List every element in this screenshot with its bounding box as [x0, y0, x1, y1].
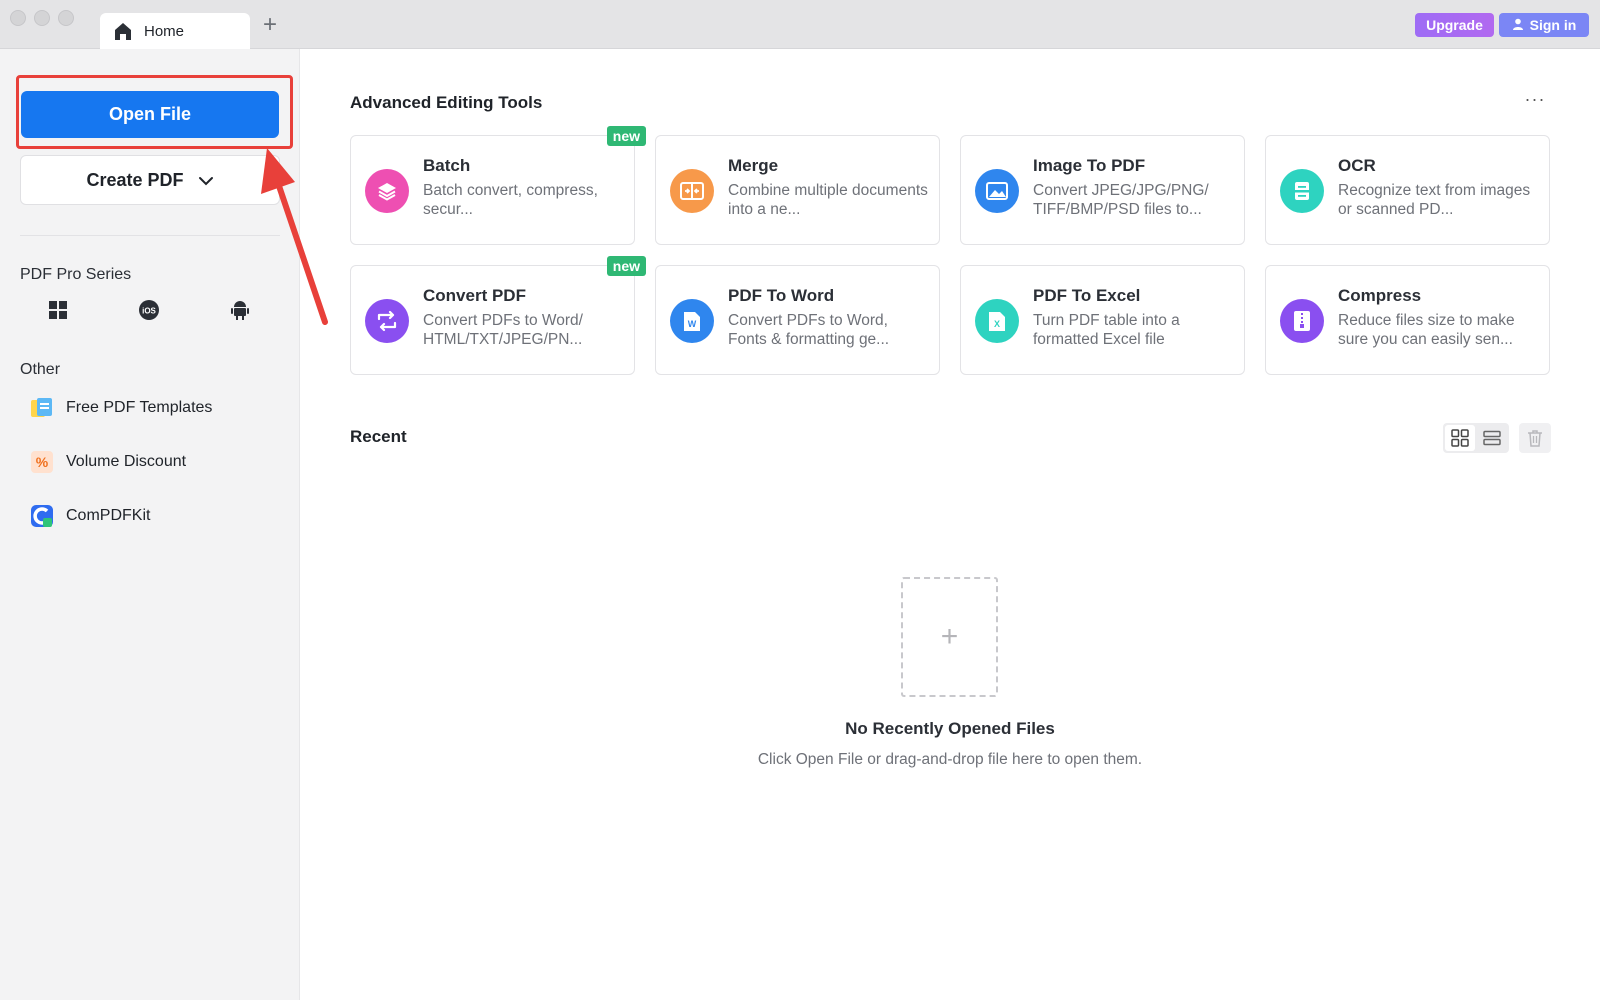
new-badge: new	[606, 126, 646, 146]
tool-title: Convert PDF	[423, 286, 526, 305]
user-icon	[1512, 17, 1524, 33]
windows-icon[interactable]	[47, 299, 69, 321]
sidebar-item-label: Volume Discount	[66, 453, 187, 470]
view-toggle	[1443, 423, 1509, 453]
grid-icon	[1451, 429, 1469, 447]
tool-description: Convert JPEG/JPG/PNG/ TIFF/BMP/PSD files…	[1033, 182, 1209, 218]
pro-series-title: PDF Pro Series	[20, 266, 132, 283]
word-file-icon: W	[670, 299, 714, 343]
svg-text:%: %	[36, 454, 49, 470]
percent-icon: %	[30, 450, 54, 474]
tool-description: Combine multiple documents into a ne...	[728, 182, 928, 218]
upgrade-button[interactable]: Upgrade	[1415, 13, 1494, 37]
layers-icon	[365, 169, 409, 213]
tab-home[interactable]: Home	[100, 13, 250, 49]
more-options-button[interactable]: ···	[1523, 90, 1547, 116]
tool-description: Turn PDF table into a formatted Excel fi…	[1033, 312, 1180, 348]
image-icon	[975, 169, 1019, 213]
home-icon	[112, 20, 134, 42]
convert-icon	[365, 299, 409, 343]
empty-state-title: No Recently Opened Files	[845, 719, 1055, 738]
window-zoom-button[interactable]	[58, 10, 74, 26]
sidebar-item-free-pdf-templates[interactable]: Free PDF Templates	[30, 393, 212, 423]
tool-card-image-to-pdf[interactable]: Image To PDF Convert JPEG/JPG/PNG/ TIFF/…	[960, 135, 1245, 245]
tab-home-label: Home	[144, 22, 185, 40]
delete-button[interactable]	[1519, 423, 1551, 453]
tool-title: Image To PDF	[1033, 156, 1146, 175]
sidebar-divider	[20, 235, 280, 236]
tool-title: Compress	[1338, 286, 1422, 305]
sidebar-item-label: Free PDF Templates	[66, 399, 213, 416]
tool-card-merge[interactable]: Merge Combine multiple documents into a …	[655, 135, 940, 245]
window-close-button[interactable]	[10, 10, 26, 26]
templates-icon	[30, 396, 54, 420]
other-title: Other	[20, 361, 61, 378]
sidebar-item-compdfkit[interactable]: ComPDFKit	[30, 501, 150, 531]
sign-in-button[interactable]: Sign in	[1499, 13, 1589, 37]
compdfkit-logo-icon	[30, 504, 54, 528]
tool-card-batch[interactable]: Batch Batch convert, compress, secur... …	[350, 126, 646, 245]
tool-description: Convert PDFs to Word, Fonts & formatting…	[728, 312, 890, 348]
zip-icon	[1280, 299, 1324, 343]
tool-card-ocr[interactable]: OCR Recognize text from images or scanne…	[1265, 135, 1550, 245]
tool-title: PDF To Excel	[1033, 286, 1141, 305]
sidebar: Open File Create PDF PDF Pro Series iOS …	[0, 49, 300, 1000]
tool-title: PDF To Word	[728, 286, 835, 305]
grid-view-button[interactable]	[1445, 425, 1475, 451]
drop-zone[interactable]: +	[901, 577, 998, 697]
tool-card-compress[interactable]: Compress Reduce files size to make sure …	[1265, 265, 1550, 375]
tool-title: OCR	[1338, 156, 1376, 175]
window-minimize-button[interactable]	[34, 10, 50, 26]
android-icon[interactable]	[229, 299, 251, 321]
tool-title: Batch	[423, 156, 471, 175]
list-view-button[interactable]	[1477, 425, 1507, 451]
tool-description: Batch convert, compress, secur...	[423, 182, 598, 218]
excel-file-icon: X	[975, 299, 1019, 343]
open-file-button[interactable]: Open File	[21, 91, 279, 138]
sidebar-item-label: ComPDFKit	[66, 507, 151, 524]
new-tab-button[interactable]: +	[258, 13, 282, 38]
advanced-editing-tools-title: Advanced Editing Tools	[350, 93, 543, 112]
sign-in-label: Sign in	[1529, 17, 1577, 33]
merge-icon	[670, 169, 714, 213]
tool-description: Reduce files size to make sure you can e…	[1338, 312, 1515, 348]
new-badge: new	[606, 256, 646, 276]
ios-icon[interactable]: iOS	[138, 299, 160, 321]
empty-state-description: Click Open File or drag-and-drop file he…	[757, 751, 1143, 768]
ocr-icon	[1280, 169, 1324, 213]
trash-icon	[1528, 430, 1542, 447]
create-pdf-button[interactable]: Create PDF	[20, 155, 280, 205]
svg-text:X: X	[994, 319, 1000, 329]
create-pdf-label: Create PDF	[86, 169, 184, 190]
tool-card-pdf-to-word[interactable]: W PDF To Word Convert PDFs to Word, Font…	[655, 265, 940, 375]
title-bar: Home + Upgrade Sign in	[0, 0, 1600, 49]
sidebar-item-volume-discount[interactable]: % Volume Discount	[30, 447, 186, 477]
list-icon	[1483, 430, 1501, 446]
ios-label: iOS	[142, 307, 156, 316]
tool-card-pdf-to-excel[interactable]: X PDF To Excel Turn PDF table into a for…	[960, 265, 1245, 375]
svg-text:W: W	[688, 319, 697, 329]
tool-description: Convert PDFs to Word/ HTML/TXT/JPEG/PN..…	[423, 312, 583, 348]
tool-card-convert-pdf[interactable]: Convert PDF Convert PDFs to Word/ HTML/T…	[350, 256, 646, 375]
tool-title: Merge	[728, 156, 779, 175]
tool-description: Recognize text from images or scanned PD…	[1338, 182, 1531, 218]
chevron-down-icon	[198, 170, 214, 191]
recent-title: Recent	[350, 427, 407, 446]
